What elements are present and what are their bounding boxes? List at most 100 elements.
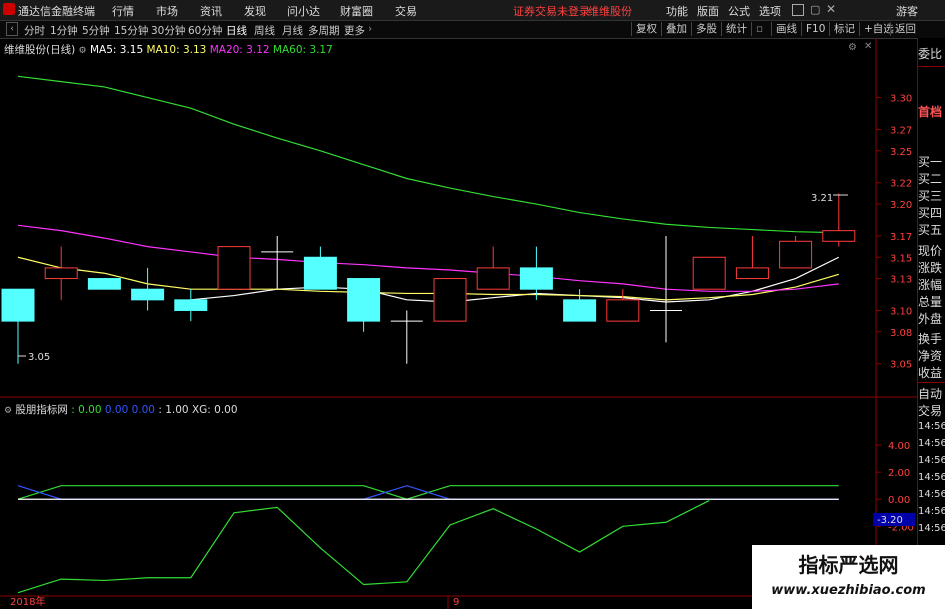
panel-row-price: 现价 xyxy=(918,244,943,258)
panel-time-6: 14:56 xyxy=(918,506,945,517)
panel-row-change: 涨跌 xyxy=(918,261,943,275)
candle-body xyxy=(44,267,78,280)
watermark-url: www.xuezhibiao.com xyxy=(771,583,926,598)
candle-body xyxy=(476,267,510,290)
statistics-button[interactable]: 统计 xyxy=(721,22,751,36)
panel-row-buy5: 买五 xyxy=(918,223,943,237)
mark-button[interactable]: 标记 xyxy=(829,22,859,36)
tab-timeshare[interactable]: 分时 xyxy=(24,23,45,38)
indicator-tick-label: 4.00 xyxy=(888,441,910,452)
tab-30min[interactable]: 30分钟 xyxy=(151,23,185,38)
current-value-marker-text: -3.20 xyxy=(877,515,903,526)
tab-5min[interactable]: 5分钟 xyxy=(82,23,110,38)
panel-top-label: 首档 xyxy=(918,105,943,119)
panel-row-buy1: 买一 xyxy=(918,155,943,169)
candle-body xyxy=(433,278,467,322)
trade-login-notice[interactable]: 证券交易未登录 xyxy=(513,3,590,19)
candle-body xyxy=(519,267,553,290)
panel-row-earnings: 收益 xyxy=(918,366,943,380)
candle-body xyxy=(303,256,337,290)
window-close-icon[interactable]: ✕ xyxy=(826,2,836,16)
candle-body xyxy=(822,230,856,242)
price-tick-label: 3.20 xyxy=(890,200,912,211)
app-logo-icon xyxy=(3,3,15,15)
menu-item-discover[interactable]: 发现 xyxy=(244,3,266,19)
menu-function[interactable]: 功能 xyxy=(666,3,688,19)
panel-row-buy2: 买二 xyxy=(918,172,943,186)
f10-button[interactable]: F10 xyxy=(801,22,829,36)
high-price-annotation: 3.21 xyxy=(811,193,833,204)
app-title: 通达信金融终端 xyxy=(18,5,95,18)
indicator-tick-label: 0.00 xyxy=(888,495,910,506)
candle-body xyxy=(735,267,769,280)
candle-body xyxy=(174,299,208,311)
x-label-year: 2018年 xyxy=(10,595,45,608)
tab-15min[interactable]: 15分钟 xyxy=(114,23,148,38)
menu-item-market[interactable]: 市场 xyxy=(156,3,178,19)
panel-row-netasset: 净资 xyxy=(918,349,943,363)
menu-item-trade[interactable]: 交易 xyxy=(395,3,417,19)
price-tick-label: 3.05 xyxy=(890,360,912,371)
window-minimize-icon[interactable] xyxy=(792,4,804,16)
menu-item-wealth[interactable]: 财富圈 xyxy=(340,3,373,19)
menu-item-news[interactable]: 资讯 xyxy=(200,3,222,19)
panel-row-outer: 外盘 xyxy=(918,312,943,326)
adjust-button[interactable]: 复权 xyxy=(631,22,661,36)
return-button[interactable]: 返回 xyxy=(890,22,920,36)
candle-body xyxy=(217,246,251,290)
tab-more[interactable]: 更多 xyxy=(344,23,365,38)
candle-body xyxy=(606,299,640,322)
tab-daily[interactable]: 日线 xyxy=(226,23,247,38)
x-label-month: 9 xyxy=(453,597,459,608)
price-tick-label: 3.30 xyxy=(890,94,912,105)
panel-trade[interactable]: 交易 xyxy=(918,402,945,419)
indicator-line-blue xyxy=(17,485,839,500)
panel-time-5: 14:56 xyxy=(918,489,945,500)
price-tick-label: 3.08 xyxy=(890,328,912,339)
panel-row-pct: 涨幅 xyxy=(918,278,943,292)
toolbar-back-icon[interactable]: ‹ xyxy=(6,22,18,36)
overlay-button[interactable]: 叠加 xyxy=(661,22,691,36)
panel-header-ratio: 委比 xyxy=(918,47,943,61)
panel-time-3: 14:56 xyxy=(918,455,945,466)
panel-divider xyxy=(917,66,945,67)
panel-row-buy4: 买四 xyxy=(918,206,943,220)
candle-body xyxy=(692,256,726,290)
window-restore-icon[interactable]: ▢ xyxy=(810,3,820,16)
stock-name-top: 维维股份 xyxy=(588,5,632,18)
candle-body xyxy=(1,288,35,322)
menu-item-quotes[interactable]: 行情 xyxy=(112,3,134,19)
price-tick-label: 3.27 xyxy=(890,126,912,137)
ma-line-ma60 xyxy=(17,75,839,234)
watermark-title: 指标严选网 xyxy=(798,553,899,577)
guest-button[interactable]: 游客 xyxy=(896,3,918,19)
price-tick-label: 3.17 xyxy=(890,232,912,243)
tab-weekly[interactable]: 周线 xyxy=(254,23,275,38)
draw-line-button[interactable]: 画线 xyxy=(771,22,801,36)
price-tick-label: 3.13 xyxy=(890,275,912,286)
tab-monthly[interactable]: 月线 xyxy=(282,23,303,38)
tab-1min[interactable]: 1分钟 xyxy=(50,23,78,38)
candle-body xyxy=(779,240,813,269)
low-price-annotation: 3.05 xyxy=(28,352,50,363)
menu-layout[interactable]: 版面 xyxy=(697,3,719,19)
menu-formula[interactable]: 公式 xyxy=(728,3,750,19)
toolbar-lock-icon[interactable]: ▫ xyxy=(751,22,767,36)
menu-item-ask[interactable]: 问小达 xyxy=(287,3,320,19)
panel-divider-2 xyxy=(917,382,945,383)
panel-row-buy3: 买三 xyxy=(918,189,943,203)
candle-body xyxy=(87,278,121,290)
candle-body xyxy=(347,278,381,322)
kline-chart[interactable]: 3.30 3.27 3.25 3.22 3.20 3.17 3.15 3.13 3.10 3.08… xyxy=(0,38,917,609)
panel-row-volume: 总量 xyxy=(918,295,943,309)
more-chevron-icon[interactable]: › xyxy=(368,23,372,35)
panel-auto[interactable]: 自动 xyxy=(918,385,945,402)
indicator-line-green xyxy=(17,500,710,594)
tab-multiperiod[interactable]: 多周期 xyxy=(308,23,340,38)
menu-options[interactable]: 选项 xyxy=(759,3,781,19)
price-tick-label: 3.10 xyxy=(890,306,912,317)
multi-stock-button[interactable]: 多股 xyxy=(691,22,721,36)
panel-time-4: 14:56 xyxy=(918,472,945,483)
tab-60min[interactable]: 60分钟 xyxy=(188,23,222,38)
price-tick-label: 3.22 xyxy=(890,179,912,190)
